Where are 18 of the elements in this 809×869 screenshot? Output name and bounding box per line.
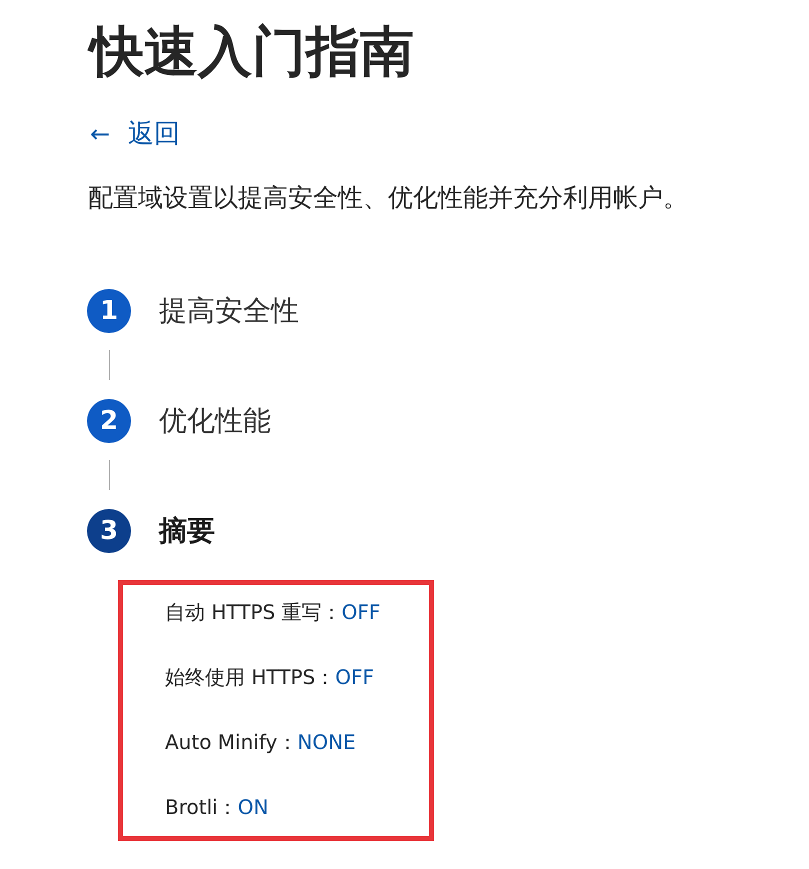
step-number: 2 xyxy=(87,399,131,443)
setting-value: OFF xyxy=(335,665,374,689)
setting-value: NONE xyxy=(297,730,356,754)
step-number: 3 xyxy=(87,509,131,553)
step-label[interactable]: 提高安全性 xyxy=(159,292,299,330)
setting-label: 始终使用 HTTPS： xyxy=(165,665,336,689)
step-label[interactable]: 摘要 xyxy=(159,512,215,550)
setting-label: 自动 HTTPS 重写： xyxy=(165,600,342,624)
page-description: 配置域设置以提高安全性、优化性能并充分利用帐户。 xyxy=(88,182,689,214)
page-title: 快速入门指南 xyxy=(90,14,719,90)
back-arrow-icon: ← xyxy=(90,120,110,148)
setting-value: ON xyxy=(238,795,268,819)
setting-label: Auto Minify： xyxy=(165,730,298,754)
setting-value: OFF xyxy=(342,600,380,624)
step-number: 1 xyxy=(87,289,131,333)
setting-label: Brotli： xyxy=(165,795,238,819)
step-label[interactable]: 优化性能 xyxy=(159,402,271,440)
back-link[interactable]: ← 返回 xyxy=(90,116,180,152)
